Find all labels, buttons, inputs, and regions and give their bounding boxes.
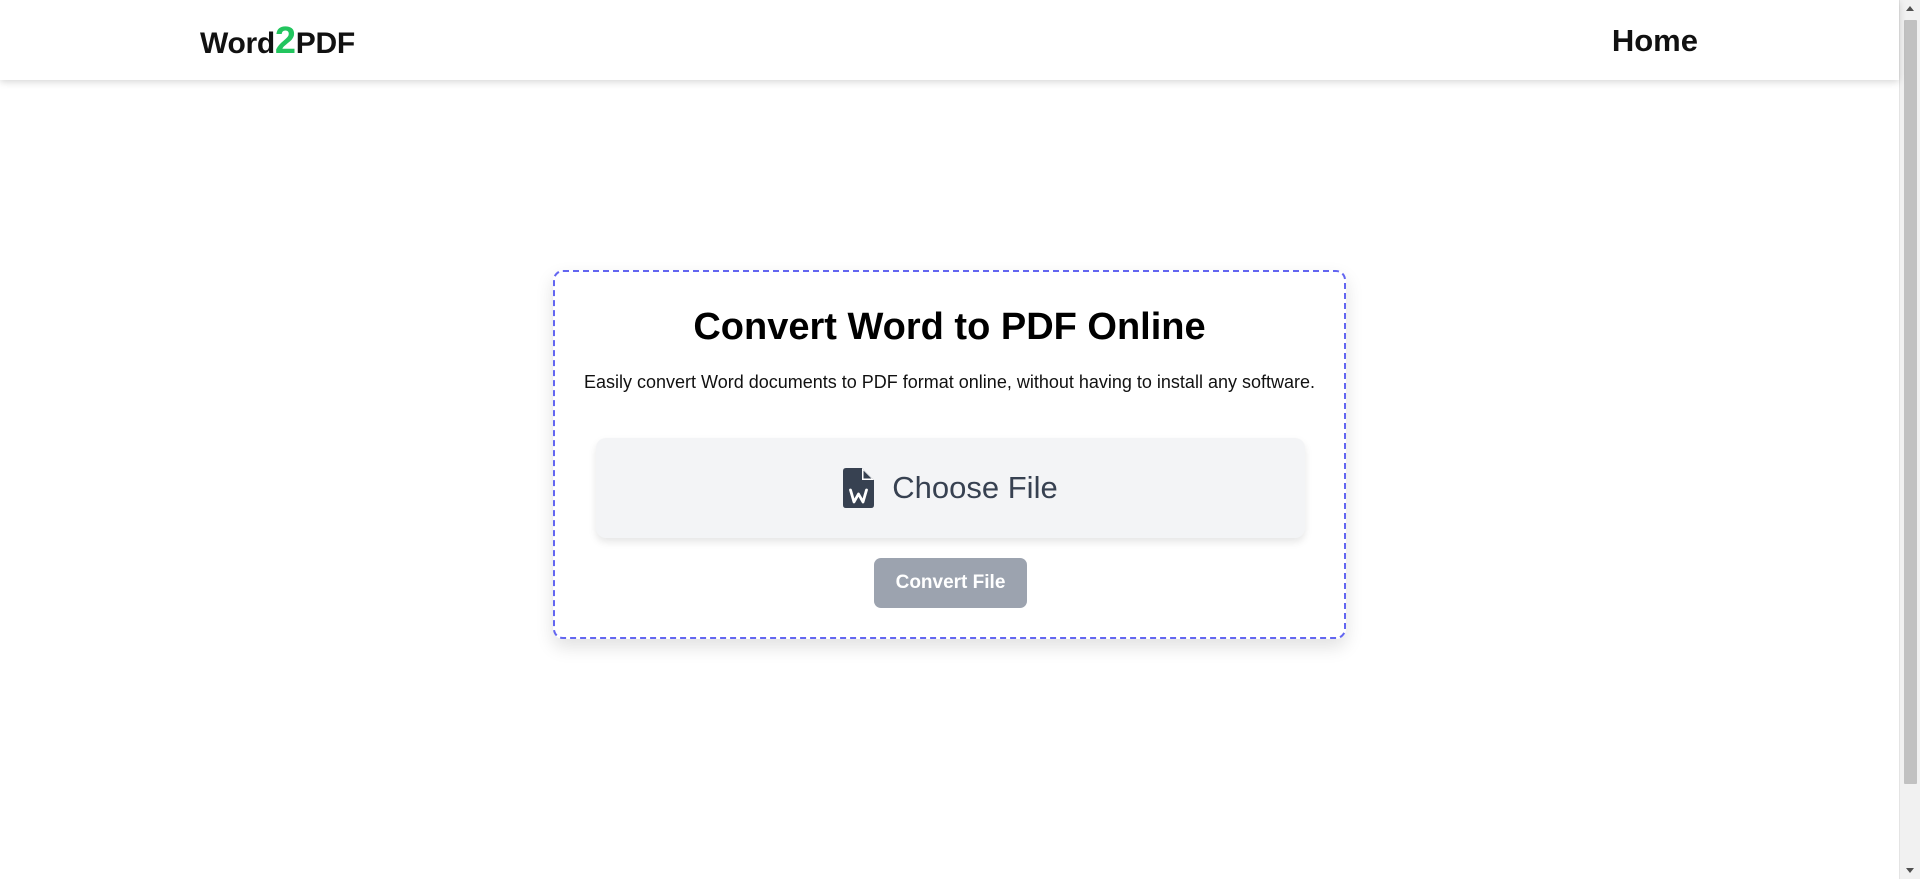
brand-word: Word	[200, 27, 275, 60]
word-file-icon	[843, 468, 875, 508]
brand-two: 2	[274, 20, 296, 62]
nav-home-link[interactable]: Home	[1612, 21, 1698, 61]
navbar: Word2PDF Home	[0, 0, 1899, 80]
choose-file-dropzone[interactable]: Choose File	[596, 438, 1305, 538]
page-description: Easily convert Word documents to PDF for…	[583, 372, 1315, 392]
page-viewport: Word2PDF Home Convert Word to PDF Online…	[0, 0, 1899, 879]
brand-pdf: PDF	[295, 27, 355, 60]
brand-logo[interactable]: Word2PDF	[200, 19, 355, 66]
choose-file-label: Choose File	[892, 470, 1058, 505]
convert-file-button[interactable]: Convert File	[874, 558, 1027, 608]
scroll-down-arrow-icon[interactable]	[1906, 868, 1914, 873]
scroll-up-arrow-icon[interactable]	[1906, 6, 1914, 11]
vertical-scrollbar[interactable]	[1899, 0, 1920, 879]
converter-card: Convert Word to PDF Online Easily conver…	[553, 270, 1346, 639]
page-title: Convert Word to PDF Online	[693, 306, 1206, 348]
scrollbar-thumb[interactable]	[1904, 20, 1917, 784]
